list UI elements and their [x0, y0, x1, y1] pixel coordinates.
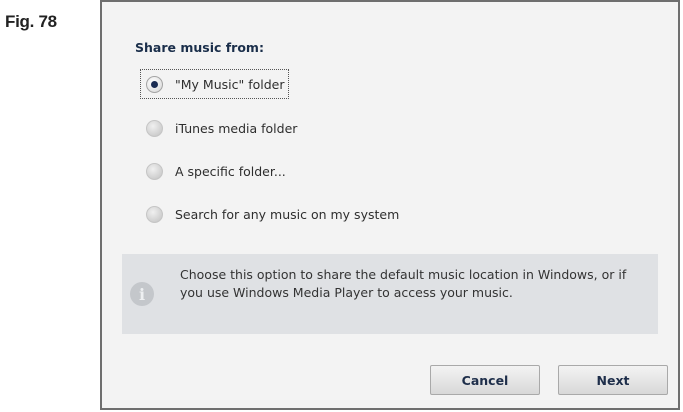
info-icon: i	[130, 282, 154, 306]
cancel-button[interactable]: Cancel	[430, 365, 540, 395]
next-button[interactable]: Next	[558, 365, 668, 395]
option-specific-folder[interactable]: A specific folder...	[140, 156, 420, 186]
info-panel: i Choose this option to share the defaul…	[122, 254, 658, 334]
option-label: "My Music" folder	[175, 76, 285, 92]
radio-button-checked[interactable]	[146, 75, 163, 93]
share-music-heading: Share music from:	[135, 40, 264, 55]
option-my-music-folder[interactable]: "My Music" folder	[140, 69, 420, 99]
info-text: Choose this option to share the default …	[180, 267, 627, 300]
share-music-dialog: Share music from: "My Music" folder iTun…	[100, 0, 680, 410]
focus-rectangle: "My Music" folder	[140, 69, 290, 99]
radio-button[interactable]	[146, 119, 163, 137]
option-label: A specific folder...	[175, 163, 286, 179]
option-itunes-media-folder[interactable]: iTunes media folder	[140, 113, 420, 143]
figure-label: Fig. 78	[5, 12, 57, 31]
option-label: Search for any music on my system	[175, 206, 400, 222]
radio-button[interactable]	[146, 162, 163, 180]
option-search-music[interactable]: Search for any music on my system	[140, 199, 420, 229]
radio-button[interactable]	[146, 205, 163, 223]
option-label: iTunes media folder	[175, 120, 298, 136]
